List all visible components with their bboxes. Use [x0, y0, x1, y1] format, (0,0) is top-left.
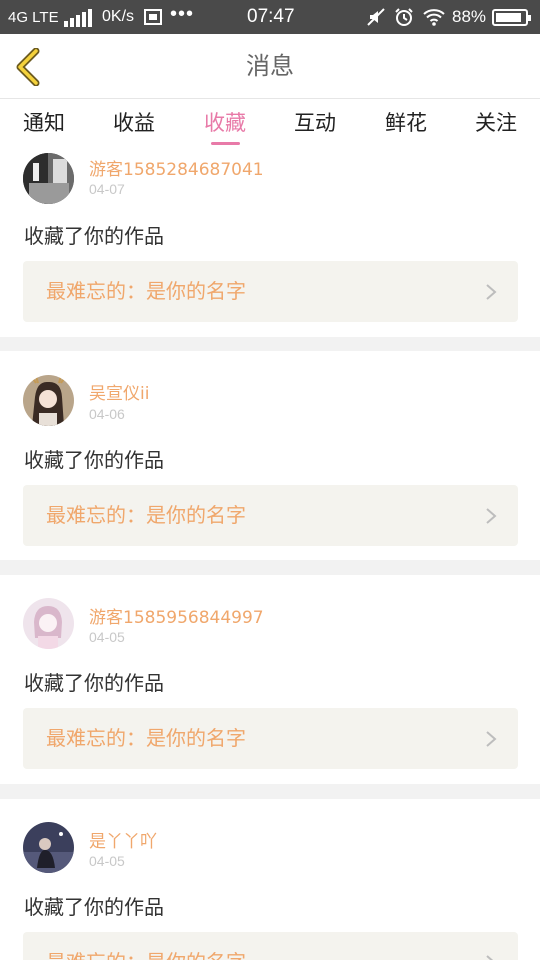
signal-icon — [64, 9, 92, 27]
network-speed: 0K/s — [102, 8, 135, 25]
chevron-right-icon — [486, 284, 497, 300]
clock: 07:47 — [247, 6, 295, 27]
work-link[interactable]: 最难忘的：是你的名字 — [23, 261, 518, 322]
chevron-right-icon — [486, 955, 494, 960]
list-item[interactable]: 吴宣仪ii 04-06 收藏了你的作品 最难忘的：是你的名字 — [0, 351, 540, 560]
mute-icon — [366, 0, 386, 34]
page-title: 消息 — [246, 52, 294, 80]
tab-notifications[interactable]: 通知 — [14, 99, 74, 149]
avatar[interactable] — [23, 153, 74, 204]
notification-icon — [143, 0, 163, 34]
action-text: 收藏了你的作品 — [24, 895, 164, 919]
battery-icon — [492, 9, 531, 26]
chevron-right-icon — [486, 508, 497, 524]
work-title: 最难忘的：是你的名字 — [46, 279, 246, 303]
tab-earnings[interactable]: 收益 — [104, 99, 164, 149]
chevron-left-icon — [16, 47, 40, 87]
date: 04-05 — [89, 853, 125, 869]
date: 04-05 — [89, 629, 125, 645]
avatar[interactable] — [23, 375, 74, 426]
work-title: 最难忘的：是你的名字 — [46, 726, 246, 750]
header: 消息 — [0, 34, 540, 99]
work-link[interactable]: 最难忘的：是你的名字 — [23, 708, 518, 769]
tab-follows[interactable]: 关注 — [466, 99, 526, 149]
user-name[interactable]: 游客1585956844997 — [89, 603, 264, 628]
back-button[interactable] — [14, 47, 46, 87]
network-type: 4G LTE — [8, 8, 59, 26]
user-name[interactable]: 游客1585284687041 — [89, 155, 264, 180]
date: 04-07 — [89, 181, 125, 197]
action-text: 收藏了你的作品 — [24, 448, 164, 472]
tab-flowers[interactable]: 鲜花 — [376, 99, 436, 149]
date: 04-06 — [89, 406, 125, 422]
wifi-icon — [422, 0, 446, 34]
list-item[interactable]: 游客1585956844997 04-05 收藏了你的作品 最难忘的：是你的名字 — [0, 575, 540, 784]
battery-percent: 88% — [452, 7, 487, 26]
tab-bar: 通知 收益 收藏 互动 鲜花 关注 — [0, 99, 540, 149]
work-link[interactable]: 最难忘的：是你的名字 — [23, 485, 518, 546]
list-item[interactable]: 游客1585284687041 04-07 收藏了你的作品 最难忘的：是你的名字 — [0, 149, 540, 337]
tab-interactions[interactable]: 互动 — [285, 99, 345, 149]
tab-active-indicator — [211, 142, 240, 145]
work-title: 最难忘的：是你的名字 — [46, 503, 246, 527]
more-dots-icon: ••• — [170, 2, 195, 25]
list-item[interactable]: 是丫丫吖 04-05 收藏了你的作品 最难忘的：是你的名字 — [0, 799, 540, 960]
alarm-icon — [394, 0, 414, 34]
action-text: 收藏了你的作品 — [24, 224, 164, 248]
status-bar: 4G LTE 0K/s ••• 07:47 88% — [0, 0, 540, 34]
avatar[interactable] — [23, 822, 74, 873]
work-link[interactable]: 最难忘的：是你的名字 — [23, 932, 518, 960]
avatar[interactable] — [23, 598, 74, 649]
chevron-right-icon — [486, 731, 497, 747]
user-name[interactable]: 吴宣仪ii — [89, 379, 149, 404]
action-text: 收藏了你的作品 — [24, 671, 164, 695]
user-name[interactable]: 是丫丫吖 — [89, 827, 157, 852]
work-title: 最难忘的：是你的名字 — [46, 932, 246, 960]
